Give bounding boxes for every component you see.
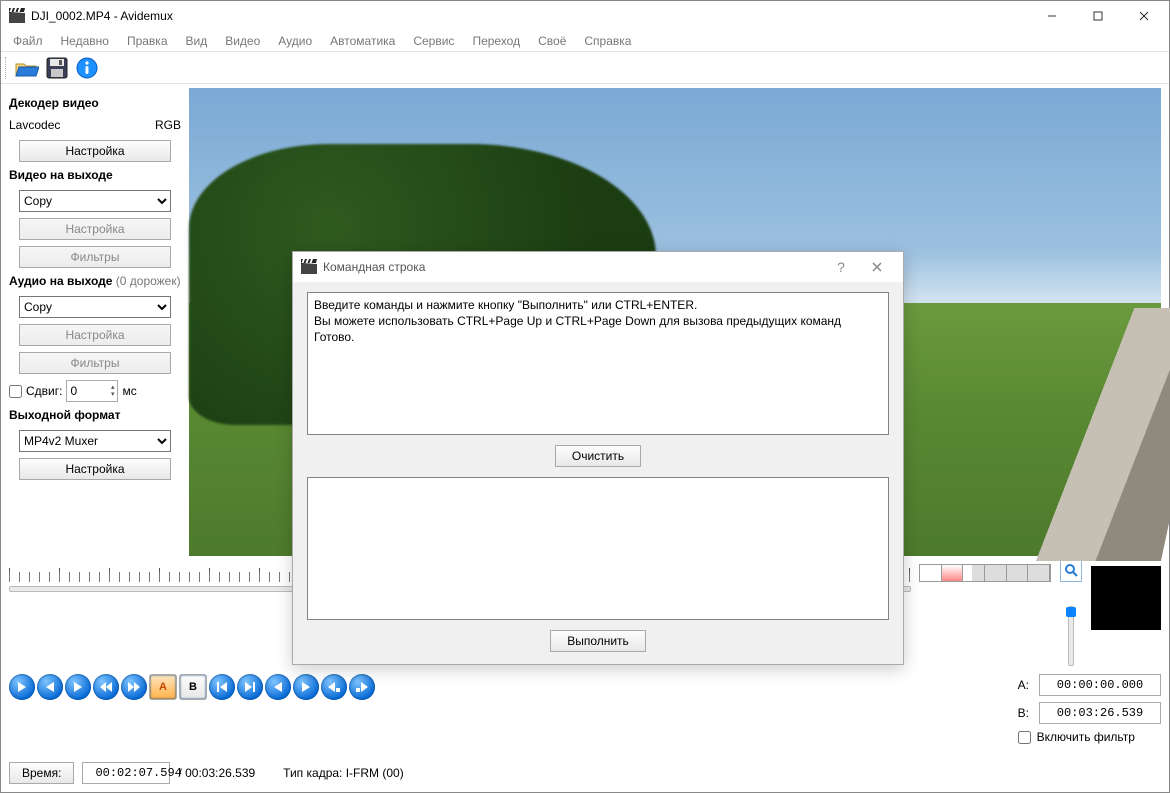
output-textbox[interactable]: Введите команды и нажмите кнопку "Выполн… [307, 292, 889, 435]
menu-view[interactable]: Вид [178, 32, 216, 50]
menu-help[interactable]: Справка [576, 32, 639, 50]
menu-service[interactable]: Сервис [405, 32, 462, 50]
marker-info: A: 00:00:00.000 B: 00:03:26.539 Включить ф… [1018, 674, 1161, 744]
format-select[interactable]: MP4v2 Muxer [19, 430, 171, 452]
shift-label: Сдвиг: [26, 384, 62, 398]
clear-button[interactable]: Очистить [555, 445, 641, 467]
vu-meter [1091, 566, 1161, 630]
prev-keyframe-button[interactable] [93, 674, 119, 700]
goto-start-button[interactable] [209, 674, 235, 700]
audio-out-heading: Аудио на выходе (0 дорожек) [9, 274, 181, 288]
menu-auto[interactable]: Автоматика [322, 32, 403, 50]
prev-cut-button[interactable] [265, 674, 291, 700]
marker-a-value[interactable]: 00:00:00.000 [1039, 674, 1161, 696]
decoder-name: Lavcodec [9, 118, 60, 132]
dialog-help-button[interactable]: ? [823, 253, 859, 281]
next-keyframe-button[interactable] [121, 674, 147, 700]
total-time: / 00:03:26.539 [178, 766, 255, 780]
info-button[interactable] [73, 54, 101, 82]
next-black-button[interactable] [349, 674, 375, 700]
dialog-close-button[interactable] [859, 253, 895, 281]
menubar: Файл Недавно Правка Вид Видео Аудио Авто… [1, 31, 1169, 52]
set-marker-a-button[interactable]: A [149, 674, 177, 700]
maximize-button[interactable] [1075, 1, 1121, 31]
shift-value-input[interactable]: 0▴▾ [66, 380, 118, 402]
enable-filter-label: Включить фильтр [1037, 730, 1135, 744]
window-title: DJI_0002.MP4 - Avidemux [31, 9, 1029, 23]
set-marker-b-button[interactable]: B [179, 674, 207, 700]
shift-checkbox[interactable] [9, 385, 22, 398]
decoder-configure-button[interactable]: Настройка [19, 140, 171, 162]
zoom-reset-button[interactable] [1060, 560, 1082, 582]
sidebar: Декодер видео Lavcodec RGB Настройка Вид… [1, 84, 189, 556]
format-heading: Выходной формат [9, 408, 181, 422]
menu-recent[interactable]: Недавно [53, 32, 117, 50]
dialog-icon [301, 259, 317, 275]
toolbar [1, 52, 1169, 84]
marker-a-label: A: [1018, 678, 1029, 692]
zoom-slider[interactable] [1068, 606, 1074, 666]
status-row: Время: 00:02:07.594 / 00:03:26.539 Тип к… [9, 762, 1161, 784]
app-icon [9, 8, 25, 24]
enable-filter-checkbox[interactable] [1018, 731, 1031, 744]
save-button[interactable] [43, 54, 71, 82]
titlebar: DJI_0002.MP4 - Avidemux [1, 1, 1169, 31]
marker-b-label: B: [1018, 706, 1029, 720]
decoder-heading: Декодер видео [9, 96, 181, 110]
goto-end-button[interactable] [237, 674, 263, 700]
frame-type: Тип кадра: I-FRM (00) [283, 766, 404, 780]
format-configure-button[interactable]: Настройка [19, 458, 171, 480]
close-button[interactable] [1121, 1, 1167, 31]
run-button[interactable]: Выполнить [550, 630, 646, 652]
video-configure-button: Настройка [19, 218, 171, 240]
next-frame-button[interactable] [65, 674, 91, 700]
menu-file[interactable]: Файл [5, 32, 51, 50]
open-button[interactable] [13, 54, 41, 82]
decoder-mode: RGB [155, 118, 181, 132]
dialog-titlebar: Командная строка ? [293, 252, 903, 282]
toolbar-separator [5, 57, 9, 79]
menu-go[interactable]: Переход [464, 32, 528, 50]
zoom-thumb[interactable] [1066, 607, 1076, 617]
menu-edit[interactable]: Правка [119, 32, 176, 50]
minimize-button[interactable] [1029, 1, 1075, 31]
audio-configure-button: Настройка [19, 324, 171, 346]
dialog-title: Командная строка [323, 260, 425, 274]
input-textbox[interactable] [307, 477, 889, 620]
audio-filters-button: Фильтры [19, 352, 171, 374]
shift-unit: мс [122, 384, 136, 398]
prev-frame-button[interactable] [37, 674, 63, 700]
menu-custom[interactable]: Своё [530, 32, 574, 50]
video-out-heading: Видео на выходе [9, 168, 181, 182]
spinner-icon[interactable]: ▴▾ [111, 384, 115, 398]
audio-out-select[interactable]: Copy [19, 296, 171, 318]
menu-video[interactable]: Видео [217, 32, 268, 50]
mini-strip [919, 564, 1051, 582]
time-value[interactable]: 00:02:07.594 [82, 762, 170, 784]
prev-black-button[interactable] [321, 674, 347, 700]
next-cut-button[interactable] [293, 674, 319, 700]
playback-controls: A B [9, 674, 375, 700]
video-out-select[interactable]: Copy [19, 190, 171, 212]
menu-audio[interactable]: Аудио [270, 32, 320, 50]
play-button[interactable] [9, 674, 35, 700]
time-label: Время: [9, 762, 74, 784]
marker-b-value[interactable]: 00:03:26.539 [1039, 702, 1161, 724]
command-line-dialog: Командная строка ? Введите команды и наж… [292, 251, 904, 665]
video-filters-button: Фильтры [19, 246, 171, 268]
zoom-column [1059, 560, 1083, 666]
